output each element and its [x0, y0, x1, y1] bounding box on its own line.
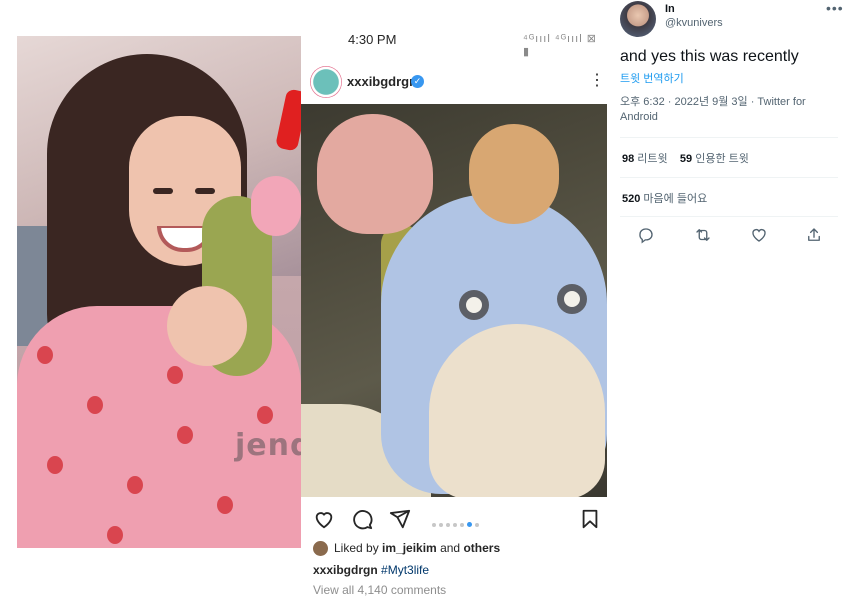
- photo-eye: [195, 188, 215, 194]
- photo-plush-eye: [557, 284, 587, 314]
- retweets-label: 리트윗: [634, 153, 668, 165]
- photo-totoro-belly: [429, 324, 605, 497]
- quotes-stat[interactable]: 59 인용한 트윗: [680, 153, 749, 165]
- more-options-icon[interactable]: ⋮: [589, 70, 605, 90]
- share-icon[interactable]: [389, 508, 411, 530]
- instagram-post: 4:30 PM ⁴ᴳıııl ⁴ᴳıııl ⊠ ▮ xxxibgdrgn ✓ ⋮: [301, 0, 607, 604]
- photo-pink-plush: [251, 176, 301, 236]
- post-caption: xxxibgdrgn #Myt3life: [313, 563, 429, 577]
- profile-avatar[interactable]: [310, 66, 342, 98]
- carousel-dot: [467, 522, 472, 528]
- quotes-label: 인용한 트윗: [692, 153, 749, 165]
- verified-badge-icon: ✓: [411, 75, 424, 88]
- post-image[interactable]: [301, 104, 607, 497]
- carousel-dot: [432, 522, 436, 527]
- liked-by-prefix: Liked by: [334, 541, 383, 555]
- divider: [620, 177, 838, 178]
- status-icons: ⁴ᴳıııl ⁴ᴳıııl ⊠ ▮: [523, 33, 597, 58]
- likes-label: 마음에 들어요: [640, 193, 708, 205]
- photo-ponyo-plush: [469, 124, 559, 224]
- divider: [620, 216, 838, 217]
- likes-count: 520: [622, 193, 641, 205]
- liker-avatar[interactable]: [313, 541, 328, 557]
- translate-tweet-link[interactable]: 트윗 번역하기: [620, 70, 684, 86]
- tweet-text: and yes this was recently: [620, 48, 799, 65]
- tweet: In @kvunivers ••• and yes this was recen…: [607, 0, 843, 604]
- carousel-dot: [460, 522, 464, 527]
- caption-username[interactable]: xxxibgdrgn: [313, 563, 378, 577]
- photo-hand: [167, 286, 247, 366]
- photo-pig-plush: [317, 114, 433, 234]
- tweet-more-icon[interactable]: •••: [826, 0, 843, 16]
- carousel-dot: [446, 522, 450, 527]
- carousel-indicator: [432, 516, 482, 528]
- post-header: xxxibgdrgn ✓ ⋮: [301, 62, 607, 102]
- tweet-handle[interactable]: @kvunivers: [665, 17, 723, 29]
- photo-eye: [153, 188, 173, 194]
- post-username[interactable]: xxxibgdrgn: [347, 74, 417, 89]
- liked-by-and: and: [436, 541, 464, 555]
- tweet-stats: 98 리트윗 59 인용한 트윗: [622, 150, 749, 166]
- caption-hashtag[interactable]: #Myt3life: [381, 563, 429, 577]
- liked-by-others[interactable]: others: [463, 541, 500, 555]
- retweets-count: 98: [622, 153, 635, 165]
- left-photo: jend: [17, 36, 301, 548]
- retweet-icon[interactable]: [694, 226, 712, 244]
- retweets-stat[interactable]: 98 리트윗: [622, 153, 668, 165]
- divider: [620, 137, 838, 138]
- tweet-display-name[interactable]: In: [665, 3, 675, 15]
- carousel-dot: [439, 522, 443, 527]
- heart-icon[interactable]: [313, 508, 335, 530]
- share-icon[interactable]: [805, 226, 823, 244]
- like-icon[interactable]: [750, 226, 768, 244]
- tweet-timestamp[interactable]: 오후 6:32 · 2022년 9월 3일 · Twitter for Andr…: [620, 95, 835, 125]
- quotes-count: 59: [679, 153, 693, 165]
- status-time: 4:30 PM: [348, 32, 397, 47]
- liked-by-user[interactable]: im_jeikim: [382, 541, 437, 555]
- bookmark-icon[interactable]: [579, 508, 601, 530]
- carousel-dot: [475, 522, 479, 527]
- reply-icon[interactable]: [637, 226, 655, 244]
- photo-watermark: jend: [235, 428, 301, 463]
- tweet-avatar[interactable]: [620, 1, 656, 37]
- likes-stat[interactable]: 520 마음에 들어요: [622, 190, 707, 206]
- comment-icon[interactable]: [351, 508, 373, 530]
- carousel-dot: [453, 522, 457, 527]
- view-all-comments-link[interactable]: View all 4,140 comments: [313, 583, 446, 597]
- liked-by: Liked by im_jeikim and others: [313, 541, 500, 557]
- photo-plush-eye: [459, 290, 489, 320]
- status-bar: 4:30 PM ⁴ᴳıııl ⁴ᴳıııl ⊠ ▮: [301, 30, 607, 58]
- post-actions: [301, 504, 607, 534]
- tweet-actions: [637, 226, 827, 246]
